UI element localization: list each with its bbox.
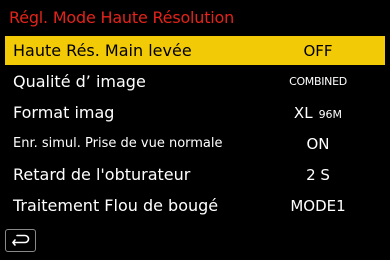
- menu-item-label: Haute Rés. Main levée: [13, 41, 192, 60]
- menu-item-label: Qualité d’ image: [13, 72, 146, 91]
- menu-item-haute-res-main-levee[interactable]: Haute Rés. Main levée OFF: [5, 36, 385, 65]
- menu-item-label: Enr. simul. Prise de vue normale: [13, 136, 223, 151]
- menu-item-enr-simul[interactable]: Enr. simul. Prise de vue normale ON: [5, 129, 385, 158]
- menu-item-qualite-image[interactable]: Qualité d’ image COMBINED: [5, 67, 385, 96]
- format-megapixel-value: 96M: [318, 107, 343, 121]
- menu-item-value: XL 96M: [273, 104, 363, 122]
- menu-item-traitement-flou[interactable]: Traitement Flou de bougé MODE1: [5, 191, 385, 220]
- menu-item-format-image[interactable]: Format imag XL 96M: [5, 98, 385, 127]
- return-arrow-icon: [11, 234, 29, 246]
- settings-screen: Régl. Mode Haute Résolution Haute Rés. M…: [0, 0, 390, 260]
- format-size-value: XL: [293, 103, 313, 122]
- menu-item-label: Traitement Flou de bougé: [13, 196, 219, 215]
- menu-item-value: COMBINED: [289, 75, 347, 88]
- menu-item-value: 2 S: [306, 165, 330, 184]
- menu-item-value: OFF: [303, 41, 333, 60]
- back-button[interactable]: [5, 229, 36, 252]
- menu-item-retard-obturateur[interactable]: Retard de l'obturateur 2 S: [5, 160, 385, 189]
- menu-item-label: Format imag: [13, 103, 115, 122]
- menu-item-label: Retard de l'obturateur: [13, 165, 191, 184]
- menu-item-value: ON: [306, 134, 330, 153]
- menu-item-value: MODE1: [290, 196, 346, 215]
- settings-menu: Haute Rés. Main levée OFF Qualité d’ ima…: [5, 36, 385, 222]
- menu-title: Régl. Mode Haute Résolution: [9, 8, 235, 27]
